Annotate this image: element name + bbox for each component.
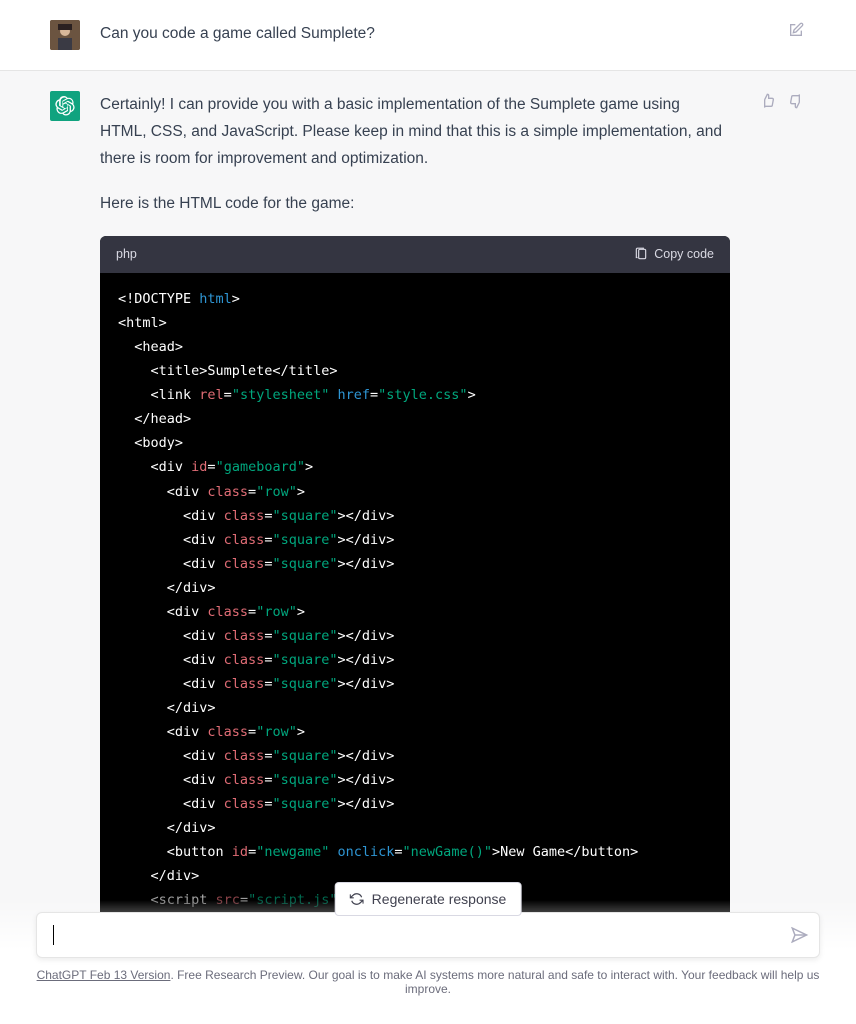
copy-code-label: Copy code (654, 244, 714, 266)
copy-code-button[interactable]: Copy code (634, 244, 714, 266)
code-line: <div class="square"></div> (118, 648, 712, 672)
code-line: <div class="square"></div> (118, 624, 712, 648)
user-message-text: Can you code a game called Sumplete? (100, 20, 758, 50)
assistant-para-2: Here is the HTML code for the game: (100, 190, 730, 217)
message-input-box[interactable] (36, 912, 820, 958)
footer-rest: . Free Research Preview. Our goal is to … (170, 968, 819, 996)
code-line: </div> (118, 576, 712, 600)
code-block: php Copy code <!DOCTYPE html><html> <hea… (100, 236, 730, 952)
code-line: <div class="row"> (118, 480, 712, 504)
thumbs-up-icon[interactable] (758, 91, 778, 111)
assistant-para-1: Certainly! I can provide you with a basi… (100, 91, 730, 172)
code-line: <div class="row"> (118, 720, 712, 744)
refresh-icon (350, 892, 364, 906)
assistant-message: Certainly! I can provide you with a basi… (0, 71, 856, 972)
code-line: <html> (118, 311, 712, 335)
code-line: <!DOCTYPE html> (118, 287, 712, 311)
version-link[interactable]: ChatGPT Feb 13 Version (37, 968, 171, 982)
message-input[interactable] (54, 926, 787, 944)
user-avatar (50, 20, 80, 50)
thumbs-down-icon[interactable] (786, 91, 806, 111)
code-line: </head> (118, 407, 712, 431)
code-line: <div class="square"></div> (118, 552, 712, 576)
user-message: Can you code a game called Sumplete? (0, 0, 856, 71)
code-line: <div class="square"></div> (118, 528, 712, 552)
code-content[interactable]: <!DOCTYPE html><html> <head> <title>Sump… (100, 273, 730, 951)
code-line: <link rel="stylesheet" href="style.css"> (118, 383, 712, 407)
clipboard-icon (634, 247, 648, 261)
code-line: <button id="newgame" onclick="newGame()"… (118, 840, 712, 864)
code-line: <div class="row"> (118, 600, 712, 624)
code-header: php Copy code (100, 236, 730, 274)
assistant-avatar (50, 91, 80, 121)
code-line: <title>Sumplete</title> (118, 359, 712, 383)
code-line: <div id="gameboard"> (118, 455, 712, 479)
code-line: <div class="square"></div> (118, 744, 712, 768)
code-line: <div class="square"></div> (118, 792, 712, 816)
code-line: <body> (118, 431, 712, 455)
edit-icon[interactable] (786, 20, 806, 40)
input-area: ChatGPT Feb 13 Version. Free Research Pr… (0, 900, 856, 1024)
footer-text: ChatGPT Feb 13 Version. Free Research Pr… (36, 968, 820, 996)
code-line: <div class="square"></div> (118, 768, 712, 792)
code-lang-label: php (116, 244, 137, 266)
code-line: <head> (118, 335, 712, 359)
regenerate-label: Regenerate response (372, 891, 507, 907)
send-icon (783, 922, 808, 947)
code-line: </div> (118, 696, 712, 720)
send-button[interactable] (787, 926, 805, 944)
assistant-message-body: Certainly! I can provide you with a basi… (100, 91, 730, 952)
code-line: <div class="square"></div> (118, 504, 712, 528)
code-line: </div> (118, 816, 712, 840)
code-line: <div class="square"></div> (118, 672, 712, 696)
regenerate-button[interactable]: Regenerate response (335, 882, 522, 916)
